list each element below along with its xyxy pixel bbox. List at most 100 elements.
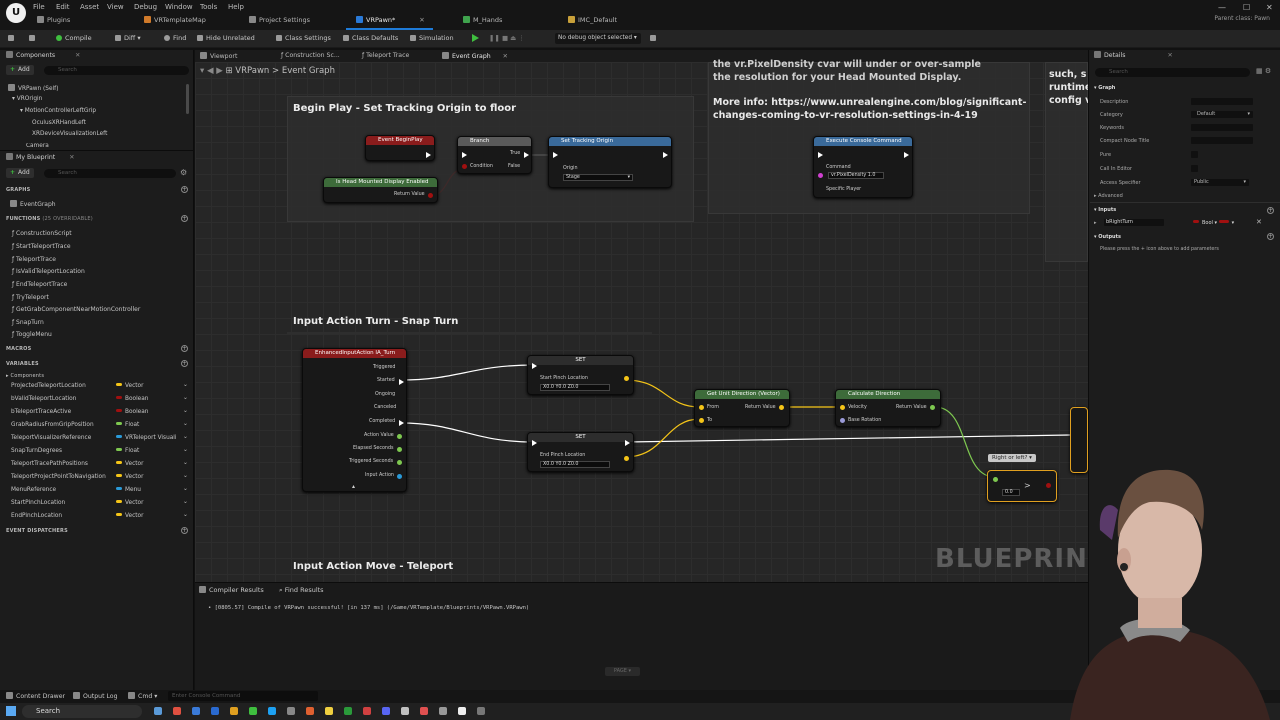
add-function-icon[interactable]: + <box>181 215 188 222</box>
console-command-input[interactable]: Enter Console Command <box>168 691 318 701</box>
function-item[interactable]: ƒ GetGrabComponentNearMotionController <box>12 306 140 313</box>
chevron-down-icon[interactable]: ⌄ <box>183 408 188 414</box>
add-output-icon[interactable]: + <box>1267 233 1274 240</box>
grid-icon[interactable]: ▦ ⚙ <box>1256 67 1271 75</box>
variables-section[interactable]: VARIABLES <box>6 361 39 367</box>
components-search-input[interactable]: Search <box>44 66 189 75</box>
variable-type[interactable]: Vector <box>116 513 143 519</box>
node-event-beginplay[interactable]: Event BeginPlay <box>365 135 435 161</box>
close-icon[interactable]: ✕ <box>75 52 80 59</box>
add-variable-icon[interactable]: + <box>181 360 188 367</box>
nav-back-icon[interactable]: ▾ ◀ ▶ <box>200 66 225 76</box>
menu-file[interactable]: File <box>33 3 45 11</box>
exec-pin[interactable] <box>426 152 431 158</box>
exec-pin[interactable] <box>904 152 909 158</box>
function-item[interactable]: ƒ IsValidTeleportLocation <box>12 268 85 275</box>
node-execute-console-command[interactable]: Execute Console Command Command vr.Pixel… <box>813 136 913 198</box>
hide-unrelated-button[interactable]: Hide Unrelated <box>197 34 255 42</box>
advanced-section[interactable]: ▸ Advanced <box>1094 193 1123 199</box>
tab-teleport-trace[interactable]: ƒ Teleport Trace <box>362 52 409 59</box>
collapse-arrow-icon[interactable]: ▴ <box>352 483 355 490</box>
class-defaults-button[interactable]: Class Defaults <box>343 34 398 42</box>
function-item[interactable]: ƒ TryTeleport <box>12 294 49 301</box>
taskbar-app-icon[interactable] <box>230 707 238 715</box>
keywords-input[interactable] <box>1191 124 1253 131</box>
details-panel-title[interactable]: Details ✕ <box>1094 50 1173 62</box>
exec-pin[interactable] <box>462 152 467 158</box>
chevron-down-icon[interactable]: ⌄ <box>183 486 188 492</box>
input-name-field[interactable]: bRightTurn <box>1104 219 1164 226</box>
add-dispatcher-icon[interactable]: + <box>181 527 188 534</box>
variable-item[interactable]: StartPinchLocation <box>11 500 65 506</box>
variable-type[interactable]: Boolean <box>116 409 148 415</box>
content-drawer-button[interactable]: Content Drawer <box>6 692 65 700</box>
vector-out-pin[interactable] <box>624 376 629 381</box>
a-pin[interactable] <box>993 477 998 482</box>
window-close-icon[interactable]: ✕ <box>1266 3 1273 12</box>
from-pin[interactable] <box>699 405 704 410</box>
menu-tools[interactable]: Tools <box>200 3 217 11</box>
origin-select[interactable]: Stage ▾ <box>563 174 633 181</box>
command-pin[interactable] <box>818 173 823 178</box>
menu-edit[interactable]: Edit <box>56 3 70 11</box>
to-pin[interactable] <box>699 418 704 423</box>
gear-icon[interactable]: ⚙ <box>180 168 187 177</box>
variable-item[interactable]: ProjectedTeleportLocation <box>11 383 86 389</box>
variable-type[interactable]: Vector <box>116 474 143 480</box>
debug-object-select[interactable]: No debug object selected ▾ <box>555 33 641 44</box>
unreal-logo-icon[interactable]: U <box>6 3 26 23</box>
menu-window[interactable]: Window <box>165 3 193 11</box>
node-set-start-pinch[interactable]: SET Start Pinch Location X0.0 Y0.0 Z0.0 <box>527 355 634 395</box>
function-item[interactable]: ƒ ToggleMenu <box>12 331 52 338</box>
doc-tab-project-settings[interactable]: Project Settings <box>249 14 310 26</box>
variable-item[interactable]: EndPinchLocation <box>11 513 62 519</box>
elapsed-seconds-pin[interactable] <box>397 447 402 452</box>
vector-input[interactable]: X0.0 Y0.0 Z0.0 <box>540 384 610 391</box>
maximize-icon[interactable]: ☐ <box>1243 3 1250 12</box>
variable-item[interactable]: MenuReference <box>11 487 56 493</box>
chevron-down-icon[interactable]: ⌄ <box>183 382 188 388</box>
doc-tab-vrtemplatemap[interactable]: VRTemplateMap <box>144 14 206 26</box>
vector-out-pin[interactable] <box>624 456 629 461</box>
menu-view[interactable]: View <box>107 3 124 11</box>
taskbar-app-icon[interactable] <box>287 707 295 715</box>
function-item[interactable]: ƒ SnapTurn <box>12 319 44 326</box>
compile-button[interactable]: Compile <box>56 34 92 42</box>
taskbar-app-icon[interactable] <box>401 707 409 715</box>
tab-compiler-results[interactable]: Compiler Results <box>199 586 264 594</box>
taskbar-app-icon[interactable] <box>344 707 352 715</box>
menu-debug[interactable]: Debug <box>134 3 157 11</box>
description-input[interactable] <box>1191 98 1253 105</box>
category-select[interactable]: Default ▾ <box>1191 111 1253 118</box>
exec-pin[interactable] <box>818 152 823 158</box>
component-item[interactable]: VRPawn (Self) <box>8 84 58 92</box>
my-blueprint-panel-title[interactable]: My Blueprint ✕ <box>6 152 74 164</box>
function-item[interactable]: ƒ TeleportTrace <box>12 256 56 263</box>
taskbar-search[interactable]: Search <box>22 705 142 718</box>
remove-input-icon[interactable]: ✕ <box>1256 218 1262 226</box>
tab-find-results[interactable]: ⌕ Find Results <box>279 586 324 595</box>
exec-pin[interactable] <box>532 363 537 369</box>
exec-pin[interactable] <box>625 440 630 446</box>
node-enhanced-input-action[interactable]: EnhancedInputAction IA_Turn Triggered St… <box>302 348 407 492</box>
taskbar-app-icon[interactable] <box>363 707 371 715</box>
condition-pin[interactable] <box>462 164 467 169</box>
variable-type[interactable]: Boolean <box>116 396 148 402</box>
component-item[interactable]: OculusXRHandLeft <box>32 120 86 126</box>
discord-icon[interactable] <box>382 707 390 715</box>
simulation-button[interactable]: Simulation <box>410 34 454 42</box>
event-dispatchers-section[interactable]: EVENT DISPATCHERS <box>6 528 68 534</box>
output-log-button[interactable]: Output Log <box>73 692 118 700</box>
chrome-icon[interactable] <box>173 707 181 715</box>
node-branch[interactable]: Branch True Condition False <box>457 136 532 174</box>
chevron-down-icon[interactable]: ⌄ <box>183 499 188 505</box>
return-pin[interactable] <box>428 193 433 198</box>
velocity-pin[interactable] <box>840 405 845 410</box>
vector-input[interactable]: X0.0 Y0.0 Z0.0 <box>540 461 610 468</box>
variable-item[interactable]: TeleportProjectPointToNavigation <box>11 474 106 480</box>
input-row[interactable]: ▸ <box>1094 220 1097 226</box>
hierarchy-icon[interactable]: ⊞ <box>225 66 235 76</box>
functions-section[interactable]: FUNCTIONS (25 OVERRIDABLE) <box>6 216 93 222</box>
taskbar-app-icon[interactable] <box>420 707 428 715</box>
pause-icon[interactable]: ❚❚ ■ ⏏ ⋮ <box>489 34 525 42</box>
